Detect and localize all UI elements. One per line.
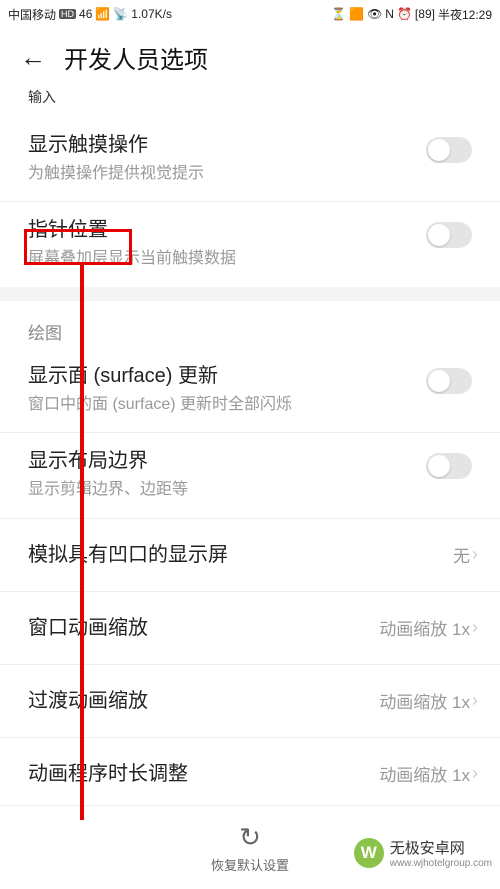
- row-subtitle: 屏幕叠加层显示当前触摸数据: [28, 248, 414, 270]
- row-show-touch[interactable]: 显示触摸操作 为触摸操作提供视觉提示: [0, 117, 500, 201]
- chevron-right-icon: ›: [472, 690, 478, 711]
- hd-badge: HD: [59, 9, 76, 19]
- row-animator-duration[interactable]: 动画程序时长调整 动画缩放 1x ›: [0, 737, 500, 810]
- alarm-icon: ⏰: [397, 7, 412, 21]
- speed-label: 1.07K/s: [131, 7, 172, 21]
- wifi-icon: 📡: [113, 7, 128, 21]
- row-pointer-location[interactable]: 指针位置 屏幕叠加层显示当前触摸数据: [0, 201, 500, 286]
- reset-label[interactable]: 恢复默认设置: [211, 855, 289, 874]
- chevron-right-icon: ›: [472, 763, 478, 784]
- row-title: 指针位置: [28, 216, 414, 244]
- row-value: 动画缩放 1x: [379, 615, 470, 640]
- truncated-section-label: 输入: [0, 83, 500, 117]
- watermark: W 无极安卓网 www.wjhotelgroup.com: [354, 837, 492, 869]
- toggle-pointer-location[interactable]: [426, 222, 472, 248]
- signal-icon: 📶: [95, 7, 110, 21]
- row-title: 动画程序时长调整: [28, 760, 188, 788]
- row-surface-updates[interactable]: 显示面 (surface) 更新 窗口中的面 (surface) 更新时全部闪烁: [0, 348, 500, 432]
- toggle-layout-bounds[interactable]: [426, 453, 472, 479]
- row-title: 显示触摸操作: [28, 131, 414, 159]
- row-title: 过渡动画缩放: [28, 687, 148, 715]
- row-subtitle: 窗口中的面 (surface) 更新时全部闪烁: [28, 394, 414, 416]
- row-title: 显示布局边界: [28, 447, 414, 475]
- carrier-label: 中国移动: [8, 6, 56, 23]
- row-value: 动画缩放 1x: [379, 761, 470, 786]
- back-button[interactable]: ←: [20, 42, 46, 73]
- time-label: 半夜12:29: [438, 6, 492, 23]
- row-layout-bounds[interactable]: 显示布局边界 显示剪辑边界、边距等: [0, 432, 500, 517]
- toggle-show-touch[interactable]: [426, 137, 472, 163]
- eye-icon: 👁: [367, 7, 382, 21]
- watermark-url: www.wjhotelgroup.com: [390, 858, 492, 869]
- row-transition-animation[interactable]: 过渡动画缩放 动画缩放 1x ›: [0, 664, 500, 737]
- section-header-drawing: 绘图: [0, 301, 500, 348]
- watermark-name: 无极安卓网: [390, 840, 465, 857]
- row-title: 模拟具有凹口的显示屏: [28, 541, 228, 569]
- section-divider: [0, 287, 500, 301]
- row-value: 动画缩放 1x: [379, 688, 470, 713]
- hourglass-icon: ⏳: [331, 7, 346, 21]
- weibo-icon: 🟧: [349, 7, 364, 21]
- toggle-surface-updates[interactable]: [426, 368, 472, 394]
- row-window-animation[interactable]: 窗口动画缩放 动画缩放 1x ›: [0, 591, 500, 664]
- row-value: 无: [453, 542, 470, 567]
- row-subtitle: 显示剪辑边界、边距等: [28, 479, 414, 501]
- row-subtitle: 为触摸操作提供视觉提示: [28, 163, 414, 185]
- row-title: 显示面 (surface) 更新: [28, 362, 414, 390]
- chevron-right-icon: ›: [472, 617, 478, 638]
- net-badge: 46: [79, 7, 92, 21]
- row-simulate-cutout[interactable]: 模拟具有凹口的显示屏 无 ›: [0, 518, 500, 591]
- status-bar: 中国移动 HD 46 📶 📡 1.07K/s ⏳ 🟧 👁 N ⏰ [89] 半夜…: [0, 0, 500, 28]
- watermark-logo: W: [354, 838, 384, 868]
- page-header: ← 开发人员选项: [0, 28, 500, 83]
- reset-icon[interactable]: ↻: [239, 822, 261, 853]
- page-title: 开发人员选项: [64, 40, 208, 75]
- nfc-icon: N: [385, 7, 394, 21]
- battery-icon: [89]: [415, 7, 435, 21]
- chevron-right-icon: ›: [472, 544, 478, 565]
- row-title: 窗口动画缩放: [28, 614, 148, 642]
